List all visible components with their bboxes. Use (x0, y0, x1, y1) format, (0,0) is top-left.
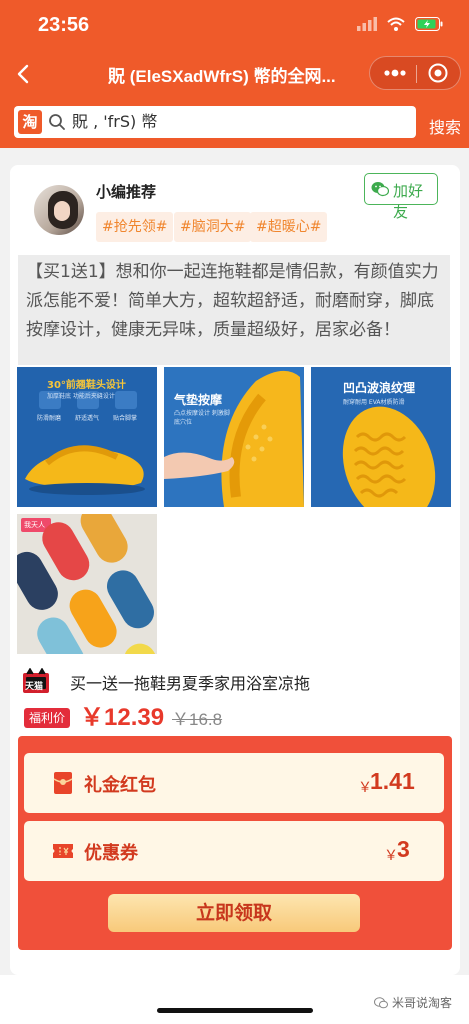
coupon-amount: 3 (397, 836, 410, 862)
mini-program-capsule (369, 56, 461, 90)
signal-icon (357, 17, 377, 31)
promo-panel: 礼金红包 ￥ 1.41 优惠券 ￥ 3 立即领取 (18, 736, 452, 950)
avatar (34, 185, 84, 235)
more-icon[interactable] (380, 62, 410, 84)
status-icons (357, 17, 443, 31)
image-1-feature-3: 贴合脚掌 (113, 415, 138, 422)
wechat-icon (371, 182, 389, 197)
image-3-subcaption: 耐穿耐用 EVA材质防滑 (343, 399, 405, 406)
tag-grab-first[interactable]: #抢先领# (96, 212, 174, 242)
add-friend-button[interactable]: 加好友 (364, 173, 438, 221)
image-1-caption: 30°前翘鞋头设计 (47, 380, 126, 391)
close-target-icon[interactable] (426, 62, 450, 84)
slipper-illustration-4 (17, 514, 157, 654)
original-price: ￥16.8 (172, 710, 223, 729)
editor-label: 小编推荐 (96, 183, 157, 201)
tmall-logo: 天猫 (22, 667, 50, 694)
taobao-logo: 淘 (18, 110, 42, 134)
product-image-3[interactable]: 凹凸波浪纹理 耐穿耐用 EVA材质防滑 (311, 367, 451, 507)
product-image-2[interactable]: 气垫按摩 凸点按摩设计 刺激脚底穴位 (164, 367, 304, 507)
search-icon (49, 114, 65, 130)
image-1-feature-1: 防滑耐磨 (37, 415, 62, 422)
battery-icon (415, 17, 443, 31)
coupon-label: 优惠券 (84, 843, 138, 864)
capsule-divider (416, 65, 417, 83)
product-image-4[interactable]: 我天人 (17, 514, 157, 654)
coupon-row[interactable]: 优惠券 ￥ 3 (24, 821, 444, 881)
search-input[interactable]: 貺 , 'frS) 幣 (72, 111, 157, 133)
price-badge: 福利价 (24, 708, 70, 728)
wechat-official-icon (374, 996, 388, 1008)
search-button[interactable]: 搜索 (429, 114, 461, 138)
red-packet-label: 礼金红包 (84, 775, 156, 796)
image-2-caption: 气垫按摩 (174, 393, 223, 407)
tag-super-warm[interactable]: #超暖心# (250, 212, 328, 242)
current-price: ￥12.39 (80, 704, 165, 731)
status-time: 23:56 (38, 14, 90, 36)
coupon-currency: ￥ (384, 848, 398, 864)
watermark: 米哥说淘客 (374, 994, 452, 1011)
image-4-brand-badge: 我天人 (24, 521, 45, 529)
product-title[interactable]: 买一送一拖鞋男夏季家用浴室凉拖 (70, 670, 310, 694)
product-description: 【买1送1】想和你一起连拖鞋都是情侣款，有颜值实力派怎能不爱！简单大方，超软超舒… (18, 255, 450, 365)
status-bar: 23:56 (0, 0, 469, 50)
product-card: 小编推荐 加好友 #抢先领# #脑洞大# #超暖心# 【买1送1】想和你一起连拖… (10, 165, 460, 975)
page-title: 貺 (EleSXadWfrS) 幣的全网... (108, 67, 336, 86)
coupon-icon (53, 844, 73, 858)
add-friend-label: 加好友 (393, 182, 424, 221)
red-packet-amount: 1.41 (370, 768, 415, 794)
image-1-feature-2: 舒适透气 (75, 415, 100, 422)
red-packet-row[interactable]: 礼金红包 ￥ 1.41 (24, 753, 444, 813)
red-packet-icon (53, 772, 73, 794)
slipper-illustration-2 (164, 367, 304, 507)
tag-brain-hole[interactable]: #脑洞大# (174, 212, 252, 242)
search-box[interactable]: 淘 貺 , 'frS) 幣 (14, 106, 416, 138)
home-indicator (157, 1008, 313, 1013)
claim-button[interactable]: 立即领取 (108, 894, 360, 932)
image-2-subcaption: 凸点按摩设计 刺激脚底穴位 (174, 410, 230, 426)
search-area: 淘 貺 , 'frS) 幣 搜索 (0, 98, 469, 148)
image-1-subcaption: 加厚鞋底 功能后夹缝设计 (47, 393, 115, 400)
wifi-icon (387, 17, 405, 31)
back-icon[interactable] (10, 60, 38, 88)
product-image-1[interactable]: 30°前翘鞋头设计 加厚鞋底 功能后夹缝设计 防滑耐磨 舒适透气 贴合脚掌 (17, 367, 157, 507)
tmall-label: 天猫 (25, 682, 44, 692)
watermark-text: 米哥说淘客 (392, 996, 453, 1010)
image-3-caption: 凹凸波浪纹理 (343, 381, 416, 395)
